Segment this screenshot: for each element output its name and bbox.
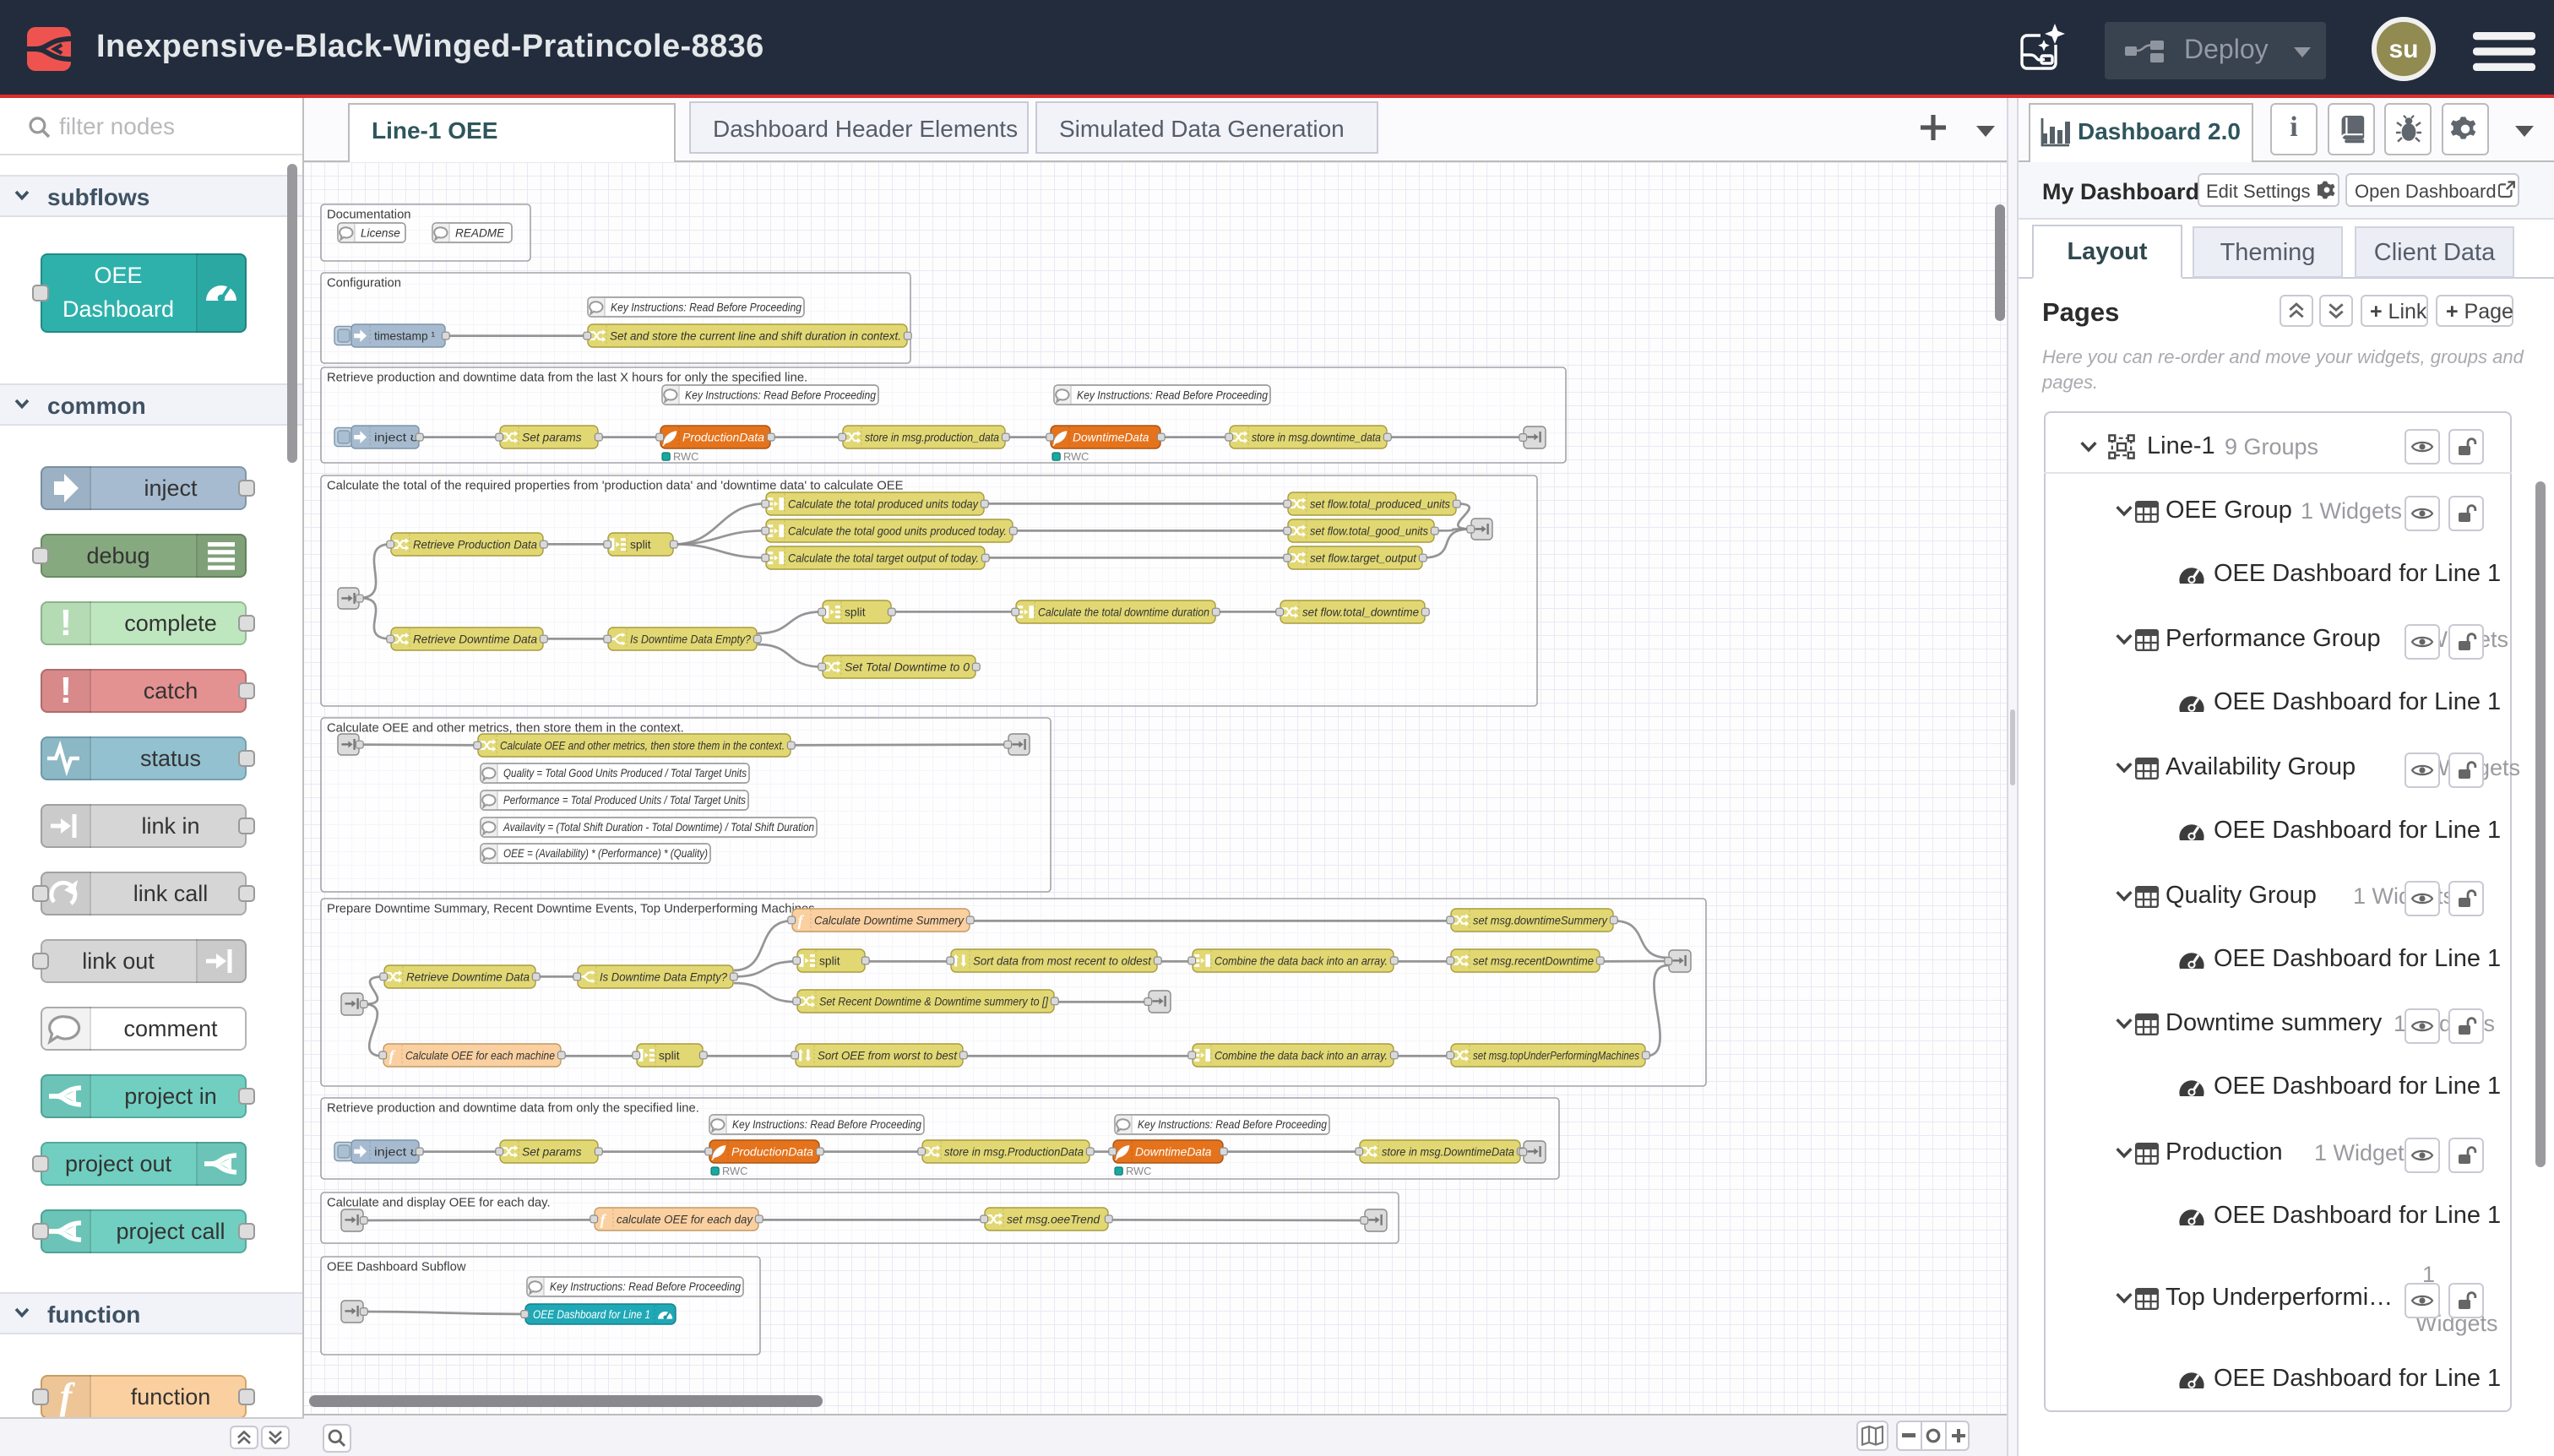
- svg-text:store in msg.DowntimeData: store in msg.DowntimeData: [1382, 1145, 1514, 1158]
- svg-text:Performance = Total Produced U: Performance = Total Produced Units / Tot…: [503, 794, 746, 807]
- svg-text:README: README: [455, 226, 505, 239]
- svg-text:Key Instructions: Read Before: Key Instructions: Read Before Proceeding: [685, 388, 876, 401]
- svg-text:Key Instructions: Read Before: Key Instructions: Read Before Proceeding: [1077, 388, 1268, 401]
- svg-text:!: !: [60, 670, 73, 711]
- svg-text:Prepare Downtime Summary, Rece: Prepare Downtime Summary, Recent Downtim…: [327, 902, 815, 915]
- svg-text:DowntimeData: DowntimeData: [1135, 1145, 1212, 1158]
- svg-text:Calculate the total target out: Calculate the total target output of tod…: [788, 552, 979, 565]
- svg-text:OEE Dashboard Subflow: OEE Dashboard Subflow: [327, 1260, 466, 1274]
- svg-text:OEE Dashboard for Line 1: OEE Dashboard for Line 1: [533, 1307, 650, 1321]
- svg-text:set flow.total_good_units: set flow.total_good_units: [1310, 525, 1428, 538]
- svg-text:store in msg.production_data: store in msg.production_data: [865, 431, 999, 443]
- svg-text:OEE = (Availability) * (Perfor: OEE = (Availability) * (Performance) * (…: [503, 847, 708, 860]
- svg-text:Retrieve Production Data: Retrieve Production Data: [413, 539, 537, 551]
- svg-text:Retrieve Downtime Data: Retrieve Downtime Data: [413, 633, 537, 646]
- svg-text:DowntimeData: DowntimeData: [1073, 431, 1149, 443]
- svg-text:calculate OEE for each day: calculate OEE for each day: [617, 1213, 753, 1225]
- svg-text:Calculate the total good units: Calculate the total good units produced …: [788, 525, 1007, 538]
- svg-text:RWC: RWC: [722, 1165, 747, 1177]
- svg-text:set msg.oeeTrend: set msg.oeeTrend: [1007, 1213, 1100, 1225]
- svg-text:Calculate OEE for each machine: Calculate OEE for each machine: [405, 1049, 555, 1062]
- svg-text:Calculate the total produced u: Calculate the total produced units today: [788, 498, 979, 511]
- svg-text:Key Instructions: Read Before: Key Instructions: Read Before Proceeding: [611, 301, 802, 313]
- svg-text:f: f: [60, 1376, 76, 1417]
- svg-text:RWC: RWC: [673, 450, 698, 463]
- svg-text:set msg.downtimeSummery: set msg.downtimeSummery: [1473, 914, 1608, 926]
- svg-text:timestamp ¹: timestamp ¹: [374, 329, 435, 342]
- svg-text:Configuration: Configuration: [327, 276, 401, 290]
- svg-text:set flow.total_produced_units: set flow.total_produced_units: [1310, 498, 1450, 511]
- svg-text:Set params: Set params: [522, 431, 582, 443]
- svg-text:Set Recent Downtime & Downtime: Set Recent Downtime & Downtime summery t…: [819, 995, 1049, 1008]
- svg-text:Set params: Set params: [522, 1145, 582, 1158]
- svg-text:inject ʊ: inject ʊ: [374, 1145, 418, 1158]
- svg-text:Key Instructions: Read Before: Key Instructions: Read Before Proceeding: [732, 1118, 921, 1131]
- svg-text:Combine the data back into an: Combine the data back into an array.: [1215, 1049, 1388, 1062]
- svg-text:set msg.topUnderPerformingMach: set msg.topUnderPerformingMachines: [1473, 1049, 1639, 1062]
- svg-text:ProductionData: ProductionData: [682, 431, 764, 443]
- svg-text:set flow.total_downtime: set flow.total_downtime: [1302, 606, 1419, 619]
- svg-text:inject ʊ: inject ʊ: [374, 431, 418, 443]
- svg-text:RWC: RWC: [1126, 1165, 1151, 1177]
- svg-text:Retrieve Downtime Data: Retrieve Downtime Data: [406, 971, 530, 984]
- svg-text:set msg.recentDowntime: set msg.recentDowntime: [1473, 954, 1594, 967]
- svg-text:store in msg.ProductionData: store in msg.ProductionData: [944, 1145, 1084, 1158]
- svg-text:Key Instructions: Read Before: Key Instructions: Read Before Proceeding: [1138, 1118, 1327, 1131]
- svg-text:Sort OEE from worst to best: Sort OEE from worst to best: [818, 1049, 958, 1062]
- svg-text:split: split: [819, 954, 840, 967]
- svg-text:Set Total Downtime to 0: Set Total Downtime to 0: [845, 660, 970, 673]
- svg-text:Is Downtime Data Empty?: Is Downtime Data Empty?: [630, 633, 751, 646]
- svg-text:set flow.target_output: set flow.target_output: [1310, 552, 1417, 565]
- svg-text:Calculate OEE and other metric: Calculate OEE and other metrics, then st…: [500, 740, 785, 752]
- svg-text:split: split: [630, 539, 651, 551]
- svg-text:Calculate OEE and other metric: Calculate OEE and other metrics, then st…: [327, 721, 684, 735]
- svg-text:Quality = Total Good Units Pro: Quality = Total Good Units Produced / To…: [503, 767, 747, 780]
- svg-text:RWC: RWC: [1063, 450, 1089, 463]
- svg-text:Key Instructions: Read Before: Key Instructions: Read Before Proceeding: [550, 1280, 741, 1293]
- svg-text:License: License: [361, 226, 400, 239]
- svg-text:Retrieve production and downti: Retrieve production and downtime data fr…: [327, 1101, 699, 1115]
- svg-text:Calculate and display OEE for: Calculate and display OEE for each day.: [327, 1196, 551, 1209]
- svg-text:ProductionData: ProductionData: [731, 1145, 813, 1158]
- svg-text:Combine the data back into an: Combine the data back into an array.: [1215, 954, 1388, 967]
- svg-text:Sort data from most recent to: Sort data from most recent to oldest: [973, 954, 1152, 967]
- svg-text:!: !: [60, 602, 73, 644]
- svg-text:split: split: [659, 1049, 680, 1062]
- svg-text:Retrieve production and downti: Retrieve production and downtime data fr…: [327, 371, 807, 384]
- svg-text:Availavity = (Total Shift Dura: Availavity = (Total Shift Duration - Tot…: [503, 821, 814, 834]
- svg-text:store in msg.downtime_data: store in msg.downtime_data: [1252, 431, 1381, 443]
- svg-text:Calculate the total downtime d: Calculate the total downtime duration: [1038, 606, 1209, 619]
- svg-text:Is Downtime Data Empty?: Is Downtime Data Empty?: [600, 971, 727, 984]
- svg-text:split: split: [845, 606, 866, 619]
- svg-text:Set and store the current line: Set and store the current line and shift…: [610, 329, 901, 342]
- svg-text:Calculate the total of the req: Calculate the total of the required prop…: [327, 479, 904, 492]
- svg-text:Documentation: Documentation: [327, 208, 411, 221]
- svg-text:Calculate Downtime Summery: Calculate Downtime Summery: [814, 914, 965, 926]
